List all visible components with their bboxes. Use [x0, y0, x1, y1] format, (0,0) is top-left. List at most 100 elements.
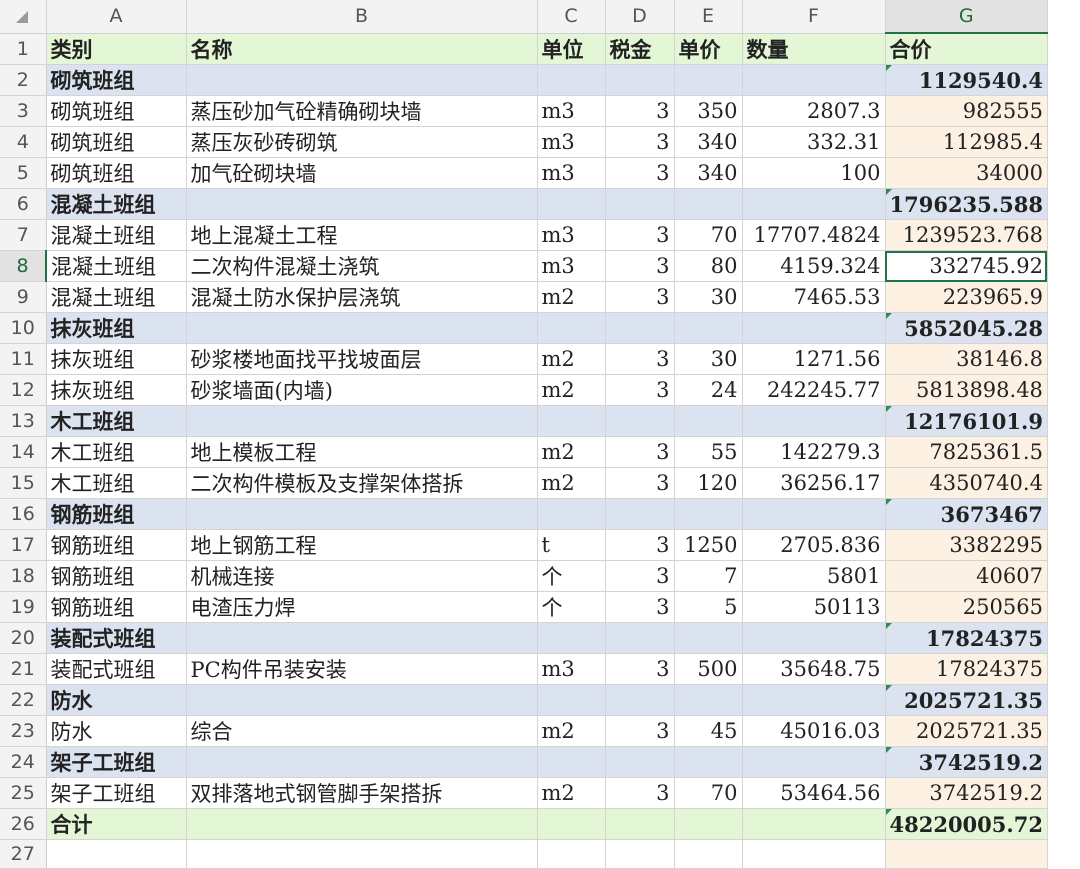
cell-e24[interactable] — [674, 746, 743, 778]
row-header[interactable]: 25 — [0, 777, 47, 809]
row-header[interactable]: 7 — [0, 219, 47, 251]
cell-g12[interactable]: 5813898.48 — [885, 374, 1048, 406]
row-header[interactable]: 22 — [0, 684, 47, 716]
row-header[interactable]: 2 — [0, 64, 47, 96]
cell-g17[interactable]: 3382295 — [885, 529, 1048, 561]
cell-g6[interactable]: 1796235.588 — [885, 188, 1048, 220]
cell-f9[interactable]: 7465.53 — [742, 281, 886, 313]
cell-f10[interactable] — [742, 312, 886, 344]
row-header[interactable]: 4 — [0, 126, 47, 158]
cell-d1[interactable]: 税金 — [605, 33, 675, 65]
cell-b13[interactable] — [186, 405, 538, 437]
cell-e11[interactable]: 30 — [674, 343, 743, 375]
cell-c6[interactable] — [537, 188, 606, 220]
row-header[interactable]: 23 — [0, 715, 47, 747]
cell-f26[interactable] — [742, 808, 886, 840]
row-header[interactable]: 6 — [0, 188, 47, 220]
cell-g4[interactable]: 112985.4 — [885, 126, 1048, 158]
cell-d24[interactable] — [605, 746, 675, 778]
cell-d22[interactable] — [605, 684, 675, 716]
cell-d5[interactable]: 3 — [605, 157, 675, 189]
cell-e12[interactable]: 24 — [674, 374, 743, 406]
row-header[interactable]: 21 — [0, 653, 47, 685]
cell-e6[interactable] — [674, 188, 743, 220]
cell-f23[interactable]: 45016.03 — [742, 715, 886, 747]
cell-e22[interactable] — [674, 684, 743, 716]
cell-f4[interactable]: 332.31 — [742, 126, 886, 158]
cell-c22[interactable] — [537, 684, 606, 716]
cell-c17[interactable]: t — [537, 529, 606, 561]
column-header-f[interactable]: F — [742, 0, 886, 34]
cell-a3[interactable]: 砌筑班组 — [46, 95, 187, 127]
cell-b7[interactable]: 地上混凝土工程 — [186, 219, 538, 251]
cell-f19[interactable]: 50113 — [742, 591, 886, 623]
cell-e26[interactable] — [674, 808, 743, 840]
cell-b11[interactable]: 砂浆楼地面找平找坡面层 — [186, 343, 538, 375]
cell-g16[interactable]: 3673467 — [885, 498, 1048, 530]
cell-e25[interactable]: 70 — [674, 777, 743, 809]
cell-b27[interactable] — [186, 839, 538, 869]
cell-f6[interactable] — [742, 188, 886, 220]
cell-a26[interactable]: 合计 — [46, 808, 187, 840]
cell-g23[interactable]: 2025721.35 — [885, 715, 1048, 747]
cell-d7[interactable]: 3 — [605, 219, 675, 251]
cell-a5[interactable]: 砌筑班组 — [46, 157, 187, 189]
cell-b2[interactable] — [186, 64, 538, 96]
cell-f13[interactable] — [742, 405, 886, 437]
cell-c4[interactable]: m3 — [537, 126, 606, 158]
cell-g7[interactable]: 1239523.768 — [885, 219, 1048, 251]
cell-c8[interactable]: m3 — [537, 250, 606, 282]
row-header[interactable]: 5 — [0, 157, 47, 189]
row-header[interactable]: 18 — [0, 560, 47, 592]
cell-a22[interactable]: 防水 — [46, 684, 187, 716]
column-header-a[interactable]: A — [46, 0, 187, 34]
cell-c10[interactable] — [537, 312, 606, 344]
cell-g2[interactable]: 1129540.4 — [885, 64, 1048, 96]
cell-b16[interactable] — [186, 498, 538, 530]
cell-f8[interactable]: 4159.324 — [742, 250, 886, 282]
cell-f16[interactable] — [742, 498, 886, 530]
cell-c25[interactable]: m2 — [537, 777, 606, 809]
cell-g22[interactable]: 2025721.35 — [885, 684, 1048, 716]
cell-g13[interactable]: 12176101.9 — [885, 405, 1048, 437]
cell-b10[interactable] — [186, 312, 538, 344]
cell-a12[interactable]: 抹灰班组 — [46, 374, 187, 406]
cell-g25[interactable]: 3742519.2 — [885, 777, 1048, 809]
cell-e8[interactable]: 80 — [674, 250, 743, 282]
cell-a8[interactable]: 混凝土班组 — [46, 250, 187, 282]
cell-g18[interactable]: 40607 — [885, 560, 1048, 592]
cell-c14[interactable]: m2 — [537, 436, 606, 468]
row-header[interactable]: 10 — [0, 312, 47, 344]
cell-d19[interactable]: 3 — [605, 591, 675, 623]
cell-f7[interactable]: 17707.4824 — [742, 219, 886, 251]
cell-f14[interactable]: 142279.3 — [742, 436, 886, 468]
cell-a24[interactable]: 架子工班组 — [46, 746, 187, 778]
cell-b12[interactable]: 砂浆墙面(内墙) — [186, 374, 538, 406]
cell-d23[interactable]: 3 — [605, 715, 675, 747]
cell-g11[interactable]: 38146.8 — [885, 343, 1048, 375]
cell-f27[interactable] — [742, 839, 886, 869]
cell-a1[interactable]: 类别 — [46, 33, 187, 65]
cell-b9[interactable]: 混凝土防水保护层浇筑 — [186, 281, 538, 313]
cell-c18[interactable]: 个 — [537, 560, 606, 592]
cell-g20[interactable]: 17824375 — [885, 622, 1048, 654]
cell-a11[interactable]: 抹灰班组 — [46, 343, 187, 375]
row-header[interactable]: 19 — [0, 591, 47, 623]
cell-b26[interactable] — [186, 808, 538, 840]
row-header[interactable]: 17 — [0, 529, 47, 561]
cell-c21[interactable]: m3 — [537, 653, 606, 685]
cell-d16[interactable] — [605, 498, 675, 530]
cell-a2[interactable]: 砌筑班组 — [46, 64, 187, 96]
column-header-b[interactable]: B — [186, 0, 538, 34]
cell-a27[interactable] — [46, 839, 187, 869]
cell-e27[interactable] — [674, 839, 743, 869]
column-header-c[interactable]: C — [537, 0, 606, 34]
row-header[interactable]: 15 — [0, 467, 47, 499]
cell-d17[interactable]: 3 — [605, 529, 675, 561]
cell-f25[interactable]: 53464.56 — [742, 777, 886, 809]
cell-f12[interactable]: 242245.77 — [742, 374, 886, 406]
cell-d10[interactable] — [605, 312, 675, 344]
cell-b6[interactable] — [186, 188, 538, 220]
column-header-e[interactable]: E — [674, 0, 743, 34]
cell-a17[interactable]: 钢筋班组 — [46, 529, 187, 561]
